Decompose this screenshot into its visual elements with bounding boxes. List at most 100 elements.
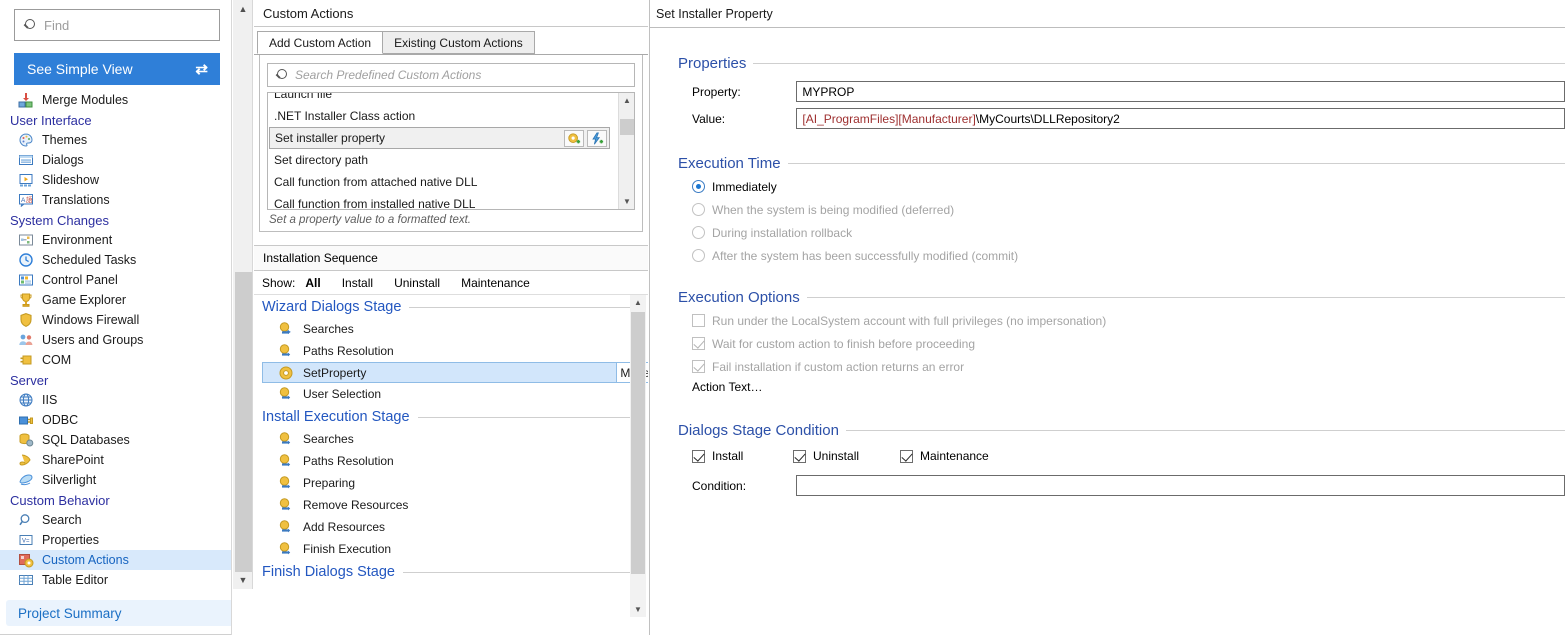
value-input[interactable]: [AI_ProgramFiles] [Manufacturer] \MyCourts… [796, 108, 1565, 129]
action-arrow-icon [278, 343, 294, 359]
sidebar-item-label: Slideshow [42, 173, 99, 187]
list-item-selected[interactable]: Set installer property [269, 127, 610, 149]
sidebar-item-environment[interactable]: Environment [0, 230, 231, 250]
filter-uninstall[interactable]: Uninstall [394, 276, 440, 290]
sidebar-item-label: SharePoint [42, 453, 104, 467]
add-custom-action-pane: Search Predefined Custom Actions Launch … [259, 55, 643, 232]
sidebar-item-table-editor[interactable]: Table Editor [0, 570, 231, 590]
sidebar-item-label: ODBC [42, 413, 79, 427]
sidebar-item-properties[interactable]: V= Properties [0, 530, 231, 550]
find-input[interactable]: Find [14, 9, 220, 41]
filter-all[interactable]: All [305, 276, 320, 290]
checkbox-label: Fail installation if custom action retur… [712, 359, 965, 374]
sidebar-item-com[interactable]: COM [0, 350, 231, 370]
filter-install[interactable]: Install [342, 276, 373, 290]
sequence-item[interactable]: Remove Resources [254, 494, 648, 516]
add-gear-icon[interactable] [564, 130, 584, 147]
checkbox-maintenance[interactable]: Maintenance [900, 449, 989, 463]
scroll-down-icon[interactable]: ▼ [233, 571, 253, 589]
radio-label: When the system is being modified (defer… [712, 202, 955, 217]
sequence-item[interactable]: Paths Resolution [254, 450, 648, 472]
radio-immediately[interactable]: Immediately [692, 175, 1565, 198]
sequence-item-label: Searches [303, 432, 354, 446]
list-item-label: Set installer property [275, 131, 386, 145]
sidebar-item-translations[interactable]: A語 Translations [0, 190, 231, 210]
checkbox-fail-on-error[interactable]: Fail installation if custom action retur… [692, 355, 1565, 378]
sequence-item[interactable]: Add Resources [254, 516, 648, 538]
see-simple-view-button[interactable]: See Simple View ⇄ [14, 53, 220, 85]
sidebar-item-custom-actions[interactable]: Custom Actions [0, 550, 231, 570]
condition-label: Condition: [692, 478, 747, 493]
sidebar-item-game-explorer[interactable]: Game Explorer [0, 290, 231, 310]
checkbox-localsystem[interactable]: Run under the LocalSystem account with f… [692, 309, 1565, 332]
list-item[interactable]: Call function from installed native DLL [268, 193, 611, 209]
scroll-down-icon[interactable]: ▼ [630, 602, 646, 617]
sequence-scrollbar[interactable]: ▲ ▼ [630, 295, 646, 617]
swap-arrows-icon: ⇄ [195, 60, 208, 78]
properties-icon: V= [18, 532, 34, 548]
checkbox-label: Wait for custom action to finish before … [712, 336, 976, 351]
themes-palette-icon [18, 132, 34, 148]
panel-title: Custom Actions [254, 0, 648, 27]
tab-add-custom-action[interactable]: Add Custom Action [257, 31, 384, 54]
action-arrow-icon [278, 497, 294, 513]
sidebar-item-sql-databases[interactable]: SQL Databases [0, 430, 231, 450]
sequence-item[interactable]: User Selection [254, 383, 648, 405]
sidebar-item-merge-modules[interactable]: Merge Modules [0, 90, 231, 110]
scroll-up-icon[interactable]: ▲ [630, 295, 646, 310]
sidebar-item-users-and-groups[interactable]: Users and Groups [0, 330, 231, 350]
scroll-up-icon[interactable]: ▲ [233, 0, 253, 18]
search-predefined-input[interactable]: Search Predefined Custom Actions [267, 63, 635, 87]
list-item[interactable]: Set directory path [268, 149, 611, 171]
tab-existing-custom-actions[interactable]: Existing Custom Actions [382, 31, 535, 54]
predefined-list-scrollbar[interactable]: ▲ ▼ [618, 93, 634, 209]
sidebar-item-windows-firewall[interactable]: Windows Firewall [0, 310, 231, 330]
sidebar-item-sharepoint[interactable]: SharePoint [0, 450, 231, 470]
radio-rollback[interactable]: During installation rollback [692, 221, 1565, 244]
list-item-label: Call function from attached native DLL [274, 175, 478, 189]
filter-maintenance[interactable]: Maintenance [461, 276, 530, 290]
predefined-actions-list[interactable]: Launch file .NET Installer Class action … [267, 92, 635, 210]
action-arrow-icon [278, 321, 294, 337]
project-summary-button[interactable]: Project Summary [6, 600, 231, 626]
scroll-down-icon[interactable]: ▼ [619, 194, 634, 209]
radio-commit[interactable]: After the system has been successfully m… [692, 244, 1565, 267]
add-lightning-icon[interactable] [587, 130, 607, 147]
sidebar-item-themes[interactable]: Themes [0, 130, 231, 150]
radio-deferred[interactable]: When the system is being modified (defer… [692, 198, 1565, 221]
scrollbar-thumb[interactable] [620, 119, 634, 135]
sidebar-item-slideshow[interactable]: Slideshow [0, 170, 231, 190]
action-text-link[interactable]: Action Text… [692, 378, 1565, 394]
condition-input[interactable] [796, 475, 1565, 496]
sequence-item[interactable]: Finish Execution [254, 538, 648, 560]
sidebar-scrollbar[interactable]: ▲ ▼ [233, 0, 253, 635]
list-item[interactable]: Call function from attached native DLL [268, 171, 611, 193]
property-value: MYPROP [802, 84, 855, 99]
sidebar-item-odbc[interactable]: ODBC [0, 410, 231, 430]
sequence-item-selected[interactable]: SetProperty Move [262, 362, 648, 383]
list-item[interactable]: Launch file [268, 93, 611, 105]
checkbox-install[interactable]: Install [692, 449, 793, 463]
checkbox-label: Uninstall [813, 449, 860, 463]
sidebar-item-iis[interactable]: IIS [0, 390, 231, 410]
checkbox-wait-for-action[interactable]: Wait for custom action to finish before … [692, 332, 1565, 355]
sequence-item[interactable]: Preparing [254, 472, 648, 494]
scroll-up-icon[interactable]: ▲ [619, 93, 634, 108]
sequence-item[interactable]: Paths Resolution [254, 340, 648, 362]
sequence-item[interactable]: Searches [254, 428, 648, 450]
sidebar-item-scheduled-tasks[interactable]: Scheduled Tasks [0, 250, 231, 270]
property-input[interactable]: MYPROP [796, 81, 1565, 102]
sequence-item-label: Remove Resources [303, 498, 409, 512]
radio-label: After the system has been successfully m… [712, 248, 1019, 263]
checkbox-uninstall[interactable]: Uninstall [793, 449, 900, 463]
sequence-item-label: Preparing [303, 476, 356, 490]
list-item[interactable]: .NET Installer Class action [268, 105, 611, 127]
sidebar-item-search[interactable]: Search [0, 510, 231, 530]
scrollbar-thumb[interactable] [235, 272, 252, 572]
scrollbar-thumb[interactable] [631, 312, 645, 574]
stage-label: Wizard Dialogs Stage [262, 299, 402, 315]
sidebar-item-control-panel[interactable]: Control Panel [0, 270, 231, 290]
sequence-item[interactable]: Searches [254, 318, 648, 340]
sidebar-item-silverlight[interactable]: Silverlight [0, 470, 231, 490]
sidebar-item-dialogs[interactable]: Dialogs [0, 150, 231, 170]
